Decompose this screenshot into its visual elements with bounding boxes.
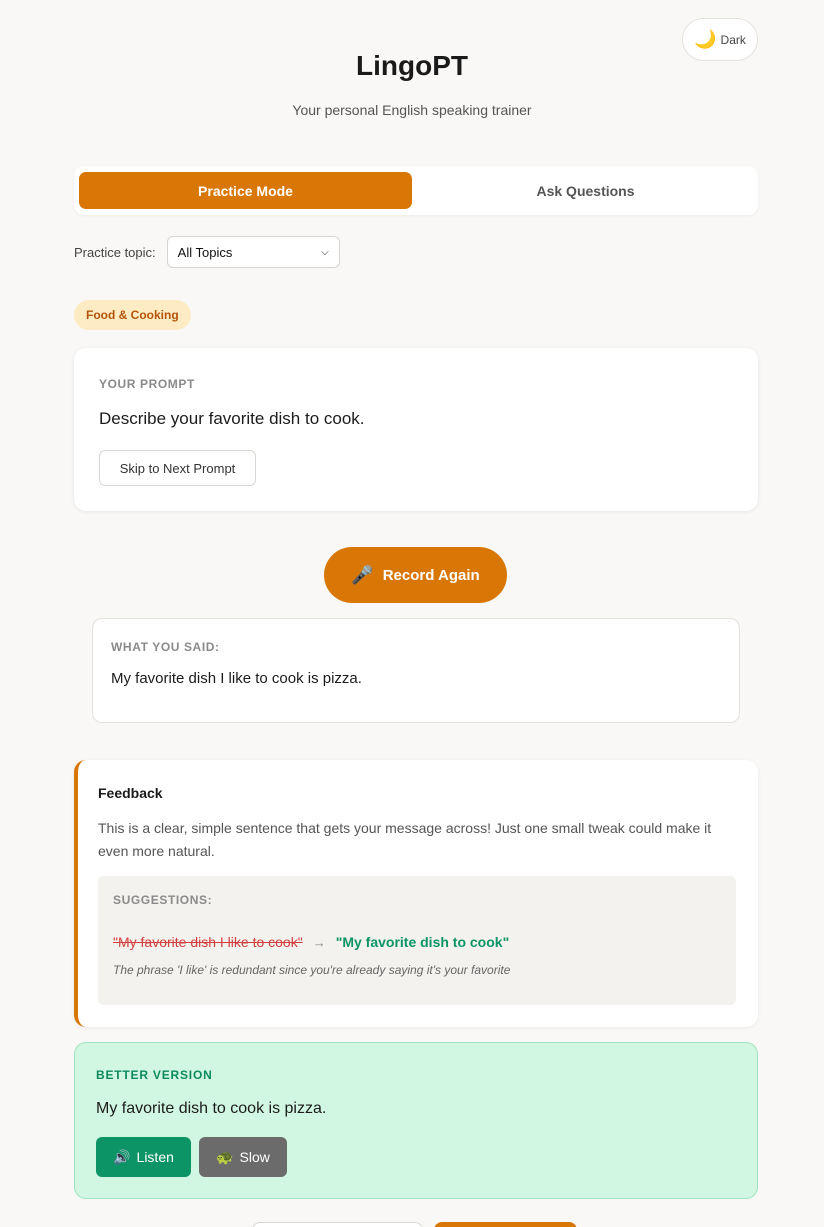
skip-prompt-button[interactable]: Skip to Next Prompt: [99, 450, 256, 486]
turtle-icon: 🐢: [216, 1148, 234, 1165]
transcript-heading: WHAT YOU SAID:: [111, 640, 220, 654]
better-version-text: My favorite dish to cook is pizza.: [96, 1100, 327, 1117]
slow-label: Slow: [239, 1149, 270, 1165]
suggestion-improved: "My favorite dish to cook": [335, 934, 510, 950]
feedback-body: This is a clear, simple sentence that ge…: [98, 820, 712, 859]
transcript-card: WHAT YOU SAID: My favorite dish I like t…: [92, 618, 740, 723]
arrow-right-icon: →: [312, 934, 326, 950]
prompt-heading: YOUR PROMPT: [99, 377, 195, 391]
feedback-card: Feedback This is a clear, simple sentenc…: [74, 760, 758, 1027]
chevron-down-icon: ⌵: [321, 246, 329, 258]
speaker-icon: 🔊: [113, 1148, 131, 1165]
suggestion-note: The phrase 'I like' is redundant since y…: [113, 963, 511, 977]
slow-button[interactable]: 🐢 Slow: [199, 1137, 287, 1177]
transcript-text: My favorite dish I like to cook is pizza…: [111, 670, 362, 687]
footer-secondary-button[interactable]: [252, 1222, 423, 1227]
feedback-title: Feedback: [98, 785, 163, 801]
theme-toggle-label: Dark: [720, 32, 746, 47]
topic-row: Practice topic: All Topics ⌵: [74, 236, 340, 268]
mode-tabs: Practice Mode Ask Questions: [74, 166, 758, 215]
topic-select[interactable]: All Topics ⌵: [166, 236, 340, 268]
record-again-button[interactable]: 🎤 Record Again: [324, 547, 507, 603]
tab-practice-mode[interactable]: Practice Mode: [79, 172, 412, 209]
better-version-card: BETTER VERSION My favorite dish to cook …: [74, 1042, 758, 1199]
topic-label: Practice topic:: [74, 244, 156, 260]
record-label: Record Again: [382, 566, 480, 584]
moon-icon: 🌙: [694, 29, 717, 49]
footer-primary-button[interactable]: [434, 1222, 577, 1227]
listen-button[interactable]: 🔊 Listen: [96, 1137, 191, 1177]
suggestion-row: "My favorite dish I like to cook" → "My …: [113, 934, 509, 950]
app-subtitle: Your personal English speaking trainer: [292, 102, 532, 118]
category-badge: Food & Cooking: [74, 300, 191, 330]
tab-ask-questions[interactable]: Ask Questions: [418, 172, 753, 209]
prompt-text: Describe your favorite dish to cook.: [99, 409, 365, 428]
better-version-heading: BETTER VERSION: [96, 1068, 213, 1082]
suggestions-box: SUGGESTIONS: "My favorite dish I like to…: [98, 876, 736, 1005]
suggestions-heading: SUGGESTIONS:: [113, 893, 213, 907]
app-title: LingoPT: [356, 50, 468, 81]
suggestion-original: "My favorite dish I like to cook": [113, 934, 303, 950]
listen-label: Listen: [136, 1149, 174, 1165]
topic-select-value: All Topics: [177, 244, 233, 260]
prompt-card: YOUR PROMPT Describe your favorite dish …: [74, 348, 758, 511]
microphone-icon: 🎤: [351, 564, 374, 585]
